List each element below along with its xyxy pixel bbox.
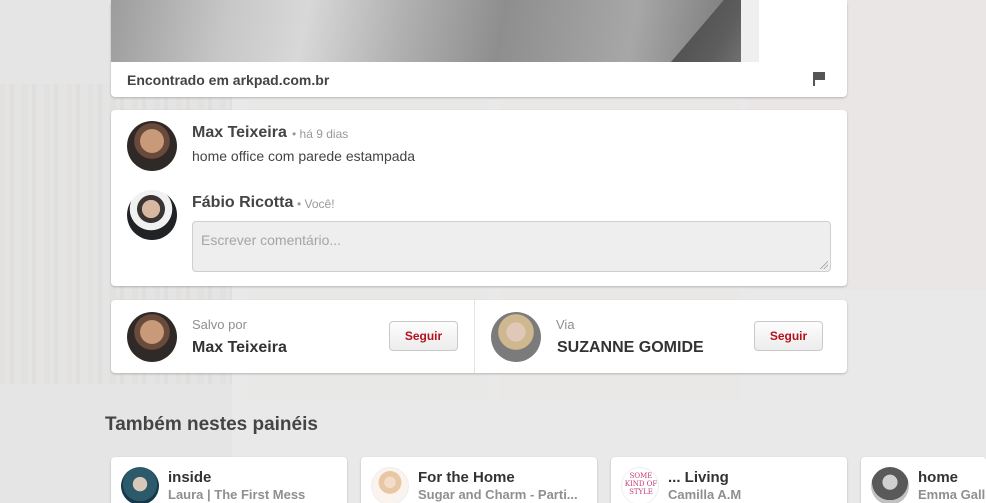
via-name[interactable]: SUZANNE GOMIDE [557, 339, 704, 357]
comment-input[interactable]: Escrever comentário... [192, 221, 831, 272]
comment-author[interactable]: Fábio Ricotta [192, 194, 293, 212]
follow-button[interactable]: Seguir [389, 321, 458, 351]
comment-timestamp: • há 9 dias [292, 127, 349, 141]
board-thumbnail [371, 467, 409, 503]
pin-photo [111, 0, 759, 62]
avatar[interactable] [127, 121, 177, 171]
saved-by-name[interactable]: Max Teixeira [192, 339, 287, 357]
pin-image-margin [759, 0, 847, 62]
board-card[interactable]: inside Laura | The First Mess [111, 457, 347, 503]
board-owner[interactable]: Laura | The First Mess [168, 487, 338, 502]
board-thumbnail-logo: SOME KIND OF STYLE [624, 472, 658, 496]
pin-photo-edge [741, 0, 759, 62]
board-owner[interactable]: Camilla A.M [668, 487, 838, 502]
source-link[interactable]: Encontrado em arkpad.com.br [127, 72, 329, 88]
board-card[interactable]: home Emma Gall [861, 457, 986, 503]
pin-image[interactable] [111, 0, 847, 62]
board-owner[interactable]: Emma Gall [918, 487, 986, 502]
board-title[interactable]: home [918, 469, 958, 486]
board-card[interactable]: SOME KIND OF STYLE ... Living Camilla A.M [611, 457, 847, 503]
avatar[interactable] [127, 190, 177, 240]
section-title: Também nestes painéis [105, 414, 318, 435]
comment-text: home office com parede estampada [192, 148, 416, 164]
board-card[interactable]: For the Home Sugar and Charm - Parti... [361, 457, 597, 503]
board-thumbnail [121, 467, 159, 503]
flag-icon[interactable] [813, 72, 825, 86]
board-title[interactable]: ... Living [668, 469, 729, 486]
board-title[interactable]: inside [168, 469, 211, 486]
comment-author[interactable]: Max Teixeira [192, 124, 287, 142]
board-title[interactable]: For the Home [418, 469, 515, 486]
pin-image-card: Encontrado em arkpad.com.br [111, 0, 847, 97]
comments-card: Max Teixeira • há 9 dias home office com… [111, 110, 847, 286]
resize-grip-icon[interactable] [820, 261, 828, 269]
comment-input-placeholder: Escrever comentário... [201, 232, 342, 248]
board-thumbnail: SOME KIND OF STYLE [621, 467, 659, 503]
divider [474, 300, 475, 373]
board-owner[interactable]: Sugar and Charm - Parti... [418, 487, 588, 502]
follow-button[interactable]: Seguir [754, 321, 823, 351]
avatar[interactable] [127, 312, 177, 362]
avatar[interactable] [491, 312, 541, 362]
comment-meta: • Você! [297, 197, 335, 211]
saved-by-card: Salvo por Max Teixeira Seguir Via SUZANN… [111, 300, 847, 373]
saved-by-label: Salvo por [192, 317, 247, 332]
via-label: Via [556, 317, 575, 332]
board-thumbnail [871, 467, 909, 503]
